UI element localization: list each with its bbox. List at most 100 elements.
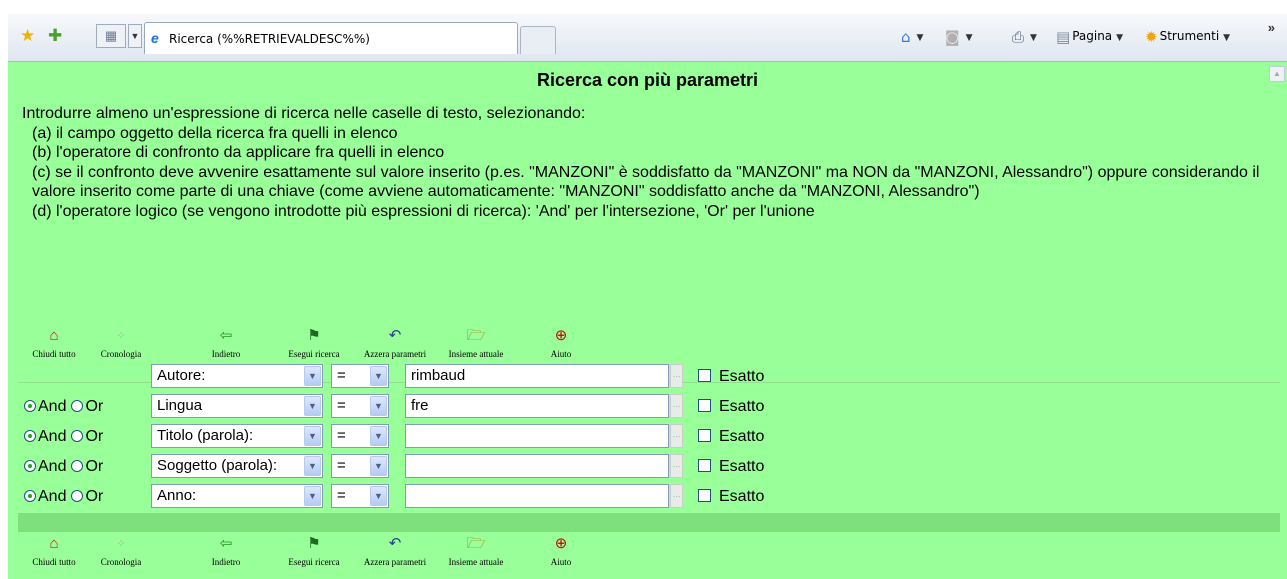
field-select[interactable]: Soggetto (parola): ▼ [151, 454, 323, 478]
or-radio[interactable] [71, 490, 84, 502]
checkbox-icon[interactable] [698, 369, 711, 382]
or-label: Or [85, 488, 104, 505]
new-tab-button[interactable] [520, 26, 556, 54]
exact-checkbox[interactable]: Esatto [698, 427, 764, 447]
logic-operator-group: And Or [24, 487, 103, 507]
instructions: Introdurre almeno un'espressione di rice… [22, 104, 1262, 221]
dropdown-arrow-icon[interactable]: ▼ [304, 456, 321, 476]
lookup-button[interactable]: … [670, 484, 683, 508]
history-button[interactable]: ⁘ Cronologia [92, 534, 150, 567]
dropdown-arrow-icon[interactable]: ▼ [304, 426, 321, 446]
search-row: Autore: ▼ = ▼ rimbaud … Esatto [8, 362, 1287, 392]
field-select[interactable]: Autore: ▼ [151, 364, 323, 388]
field-select[interactable]: Lingua ▼ [151, 394, 323, 418]
history-button[interactable]: ⁘ Cronologia [92, 326, 150, 359]
operator-select[interactable]: = ▼ [331, 484, 389, 508]
field-select-value: Lingua [157, 397, 203, 414]
logic-operator-group: And Or [24, 427, 103, 447]
or-label: Or [85, 398, 104, 415]
instruction-line: (c) se il confronto deve avvenire esatta… [22, 163, 1262, 202]
browser-tab-active[interactable]: e Ricerca (%%RETRIEVALDESC%%) [144, 22, 518, 54]
logic-operator-group: And Or [24, 457, 103, 477]
back-button[interactable]: ⇦ Indietro [204, 326, 248, 359]
lookup-button[interactable]: … [670, 454, 683, 478]
exact-checkbox[interactable]: Esatto [698, 397, 764, 417]
quick-tabs-icon[interactable]: ▦ [96, 24, 126, 48]
field-select-value: Soggetto (parola): [157, 457, 278, 474]
checkbox-icon[interactable] [698, 429, 711, 442]
and-radio[interactable] [24, 490, 36, 502]
browser-toolbar: ★ ✚ ▦ ▼ e Ricerca (%%RETRIEVALDESC%%) ⌂ ▼… [8, 14, 1287, 62]
dropdown-arrow-icon[interactable]: ▼ [370, 456, 387, 476]
instruction-text: (c) se il confronto deve avvenire esatta… [32, 163, 1260, 201]
run-search-button[interactable]: ⚑ Esegui ricerca [277, 326, 351, 359]
dropdown-arrow-icon[interactable]: ▼ [304, 486, 321, 506]
back-button[interactable]: ⇦ Indietro [204, 534, 248, 567]
separator-band [18, 513, 1280, 532]
help-label: Aiuto [550, 557, 572, 567]
tab-list-dropdown[interactable]: ▼ [128, 24, 142, 48]
folder-open-icon: 🗁 [466, 536, 486, 552]
operator-value: = [337, 397, 346, 414]
home-button[interactable]: ⌂ ▼ [901, 27, 923, 47]
tools-menu-button[interactable]: ✹ Strumenti ▼ [1145, 27, 1230, 47]
or-radio[interactable] [71, 460, 84, 472]
and-radio[interactable] [24, 460, 36, 472]
exact-label: Esatto [719, 398, 765, 415]
and-radio[interactable] [24, 400, 36, 412]
print-button[interactable]: ⎙ ▼ [1012, 27, 1037, 47]
field-select[interactable]: Anno: ▼ [151, 484, 323, 508]
checkbox-icon[interactable] [698, 459, 711, 472]
operator-select[interactable]: = ▼ [331, 394, 389, 418]
dropdown-arrow-icon[interactable]: ▼ [370, 396, 387, 416]
and-radio[interactable] [24, 430, 36, 442]
lookup-button[interactable]: … [670, 424, 683, 448]
more-commands-icon[interactable]: » [1268, 20, 1275, 35]
feeds-button[interactable]: ◙ ▼ [945, 27, 972, 47]
page-viewport: ▲ Ricerca con più parametri Introdurre a… [8, 62, 1287, 579]
search-value-input[interactable]: fre [405, 394, 669, 418]
back-label: Indietro [211, 349, 241, 359]
exact-checkbox[interactable]: Esatto [698, 457, 764, 477]
dropdown-arrow-icon[interactable]: ▼ [304, 396, 321, 416]
search-value-input[interactable] [405, 484, 669, 508]
operator-select[interactable]: = ▼ [331, 454, 389, 478]
tools-menu-label: Strumenti [1159, 29, 1220, 43]
dropdown-arrow-icon[interactable]: ▼ [370, 426, 387, 446]
help-button[interactable]: ⊕ Aiuto [544, 534, 578, 567]
close-all-label: Chiudi tutto [32, 557, 76, 567]
page-menu-button[interactable]: ▤ Pagina ▼ [1056, 27, 1123, 47]
checkbox-icon[interactable] [698, 399, 711, 412]
or-radio[interactable] [71, 430, 84, 442]
current-set-button[interactable]: 🗁 Insieme attuale [437, 534, 515, 567]
search-value-input[interactable] [405, 454, 669, 478]
reset-params-button[interactable]: ↶ Azzera parametri [353, 326, 437, 359]
field-select[interactable]: Titolo (parola): ▼ [151, 424, 323, 448]
dropdown-arrow-icon[interactable]: ▼ [304, 366, 321, 386]
lookup-button[interactable]: … [670, 364, 683, 388]
lookup-button[interactable]: … [670, 394, 683, 418]
operator-select[interactable]: = ▼ [331, 424, 389, 448]
current-set-button[interactable]: 🗁 Insieme attuale [437, 326, 515, 359]
favorites-star-icon[interactable]: ★ [20, 26, 35, 46]
search-row: And Or Anno: ▼ = ▼ … Esatto [8, 482, 1287, 512]
search-value-input[interactable] [405, 424, 669, 448]
help-lifebuoy-icon: ⊕ [554, 536, 568, 552]
operator-select[interactable]: = ▼ [331, 364, 389, 388]
ie-page-icon: e [151, 30, 159, 46]
close-all-button[interactable]: ⌂ Chiudi tutto [24, 534, 84, 567]
field-select-value: Anno: [157, 487, 197, 504]
search-value-input[interactable]: rimbaud [405, 364, 669, 388]
run-search-icon: ⚑ [307, 536, 321, 552]
run-search-button[interactable]: ⚑ Esegui ricerca [277, 534, 351, 567]
checkbox-icon[interactable] [698, 489, 711, 502]
exact-checkbox[interactable]: Esatto [698, 487, 764, 507]
close-all-button[interactable]: ⌂ Chiudi tutto [24, 326, 84, 359]
dropdown-arrow-icon[interactable]: ▼ [370, 366, 387, 386]
help-button[interactable]: ⊕ Aiuto [544, 326, 578, 359]
or-radio[interactable] [71, 400, 84, 412]
dropdown-arrow-icon[interactable]: ▼ [370, 486, 387, 506]
add-favorites-icon[interactable]: ✚ [48, 26, 62, 46]
reset-params-button[interactable]: ↶ Azzera parametri [353, 534, 437, 567]
exact-checkbox[interactable]: Esatto [698, 367, 764, 387]
